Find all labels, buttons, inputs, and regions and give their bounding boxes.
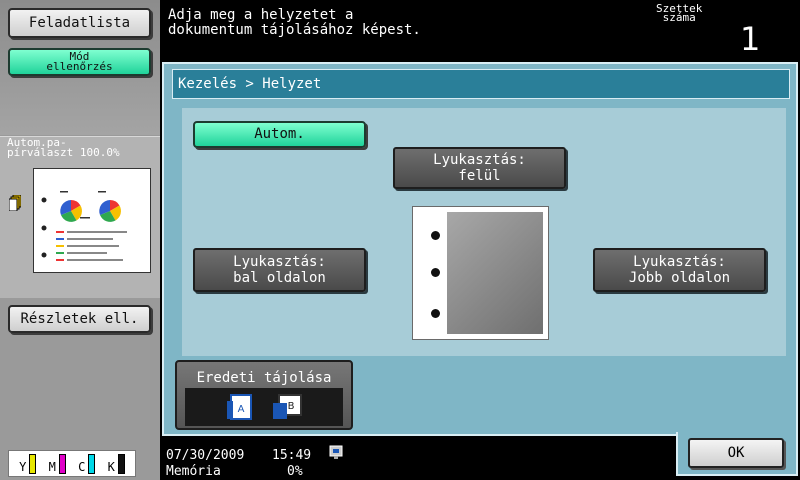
status-date: 07/30/2009 xyxy=(166,448,245,463)
status-time: 15:49 xyxy=(272,448,312,463)
breadcrumb: Kezelés > Helyzet xyxy=(172,69,790,99)
punch-left-button[interactable]: Lyukasztás: bal oldalon xyxy=(193,248,366,292)
svg-text:B: B xyxy=(288,401,295,412)
sheet-image xyxy=(447,212,543,334)
copies-label: Szettek száma xyxy=(656,2,703,24)
copies-value: 1 xyxy=(740,20,761,58)
portrait-orientation-icon: A xyxy=(227,394,252,420)
punch-top-button[interactable]: Lyukasztás: felül xyxy=(393,147,566,189)
punch-hole-1 xyxy=(431,231,440,240)
punch-hole-3 xyxy=(431,309,440,318)
punch-right-button[interactable]: Lyukasztás: Jobb oldalon xyxy=(593,248,766,292)
preview-label: Autom.pa- pírválaszt 100.0% xyxy=(7,136,120,159)
details-check-button[interactable]: Részletek ell. xyxy=(8,305,151,333)
preview-content-icon xyxy=(41,191,127,261)
orientation-strip xyxy=(185,388,343,426)
original-orientation-button[interactable]: Eredeti tájolása A B xyxy=(175,360,353,430)
toner-k: K xyxy=(108,453,125,474)
ok-button[interactable]: OK xyxy=(688,438,784,468)
job-list-button[interactable]: Feladatlista xyxy=(8,8,151,38)
memory-value: 0% xyxy=(287,464,303,479)
document-preview xyxy=(33,168,151,273)
instruction-message: Adja meg a helyzetet a dokumentum tájolá… xyxy=(168,7,421,38)
network-icon xyxy=(329,445,343,459)
toner-m: M xyxy=(49,453,66,474)
punch-hole-2 xyxy=(431,268,440,277)
svg-text:A: A xyxy=(238,404,245,415)
toner-y: Y xyxy=(19,453,37,474)
message-bar: Adja meg a helyzetet a dokumentum tájolá… xyxy=(160,0,800,60)
sheet-preview xyxy=(412,206,549,340)
mode-check-button[interactable]: Mód ellenőrzés xyxy=(8,48,151,76)
memory-label: Memória xyxy=(166,464,221,479)
paper-stack-icon xyxy=(9,195,21,211)
auto-button[interactable]: Autom. xyxy=(193,121,366,148)
orientation-label: Eredeti tájolása xyxy=(196,370,332,386)
toner-c: C xyxy=(78,453,96,474)
toner-levels: Y M C K xyxy=(8,450,136,477)
landscape-orientation-icon: B xyxy=(273,394,302,419)
